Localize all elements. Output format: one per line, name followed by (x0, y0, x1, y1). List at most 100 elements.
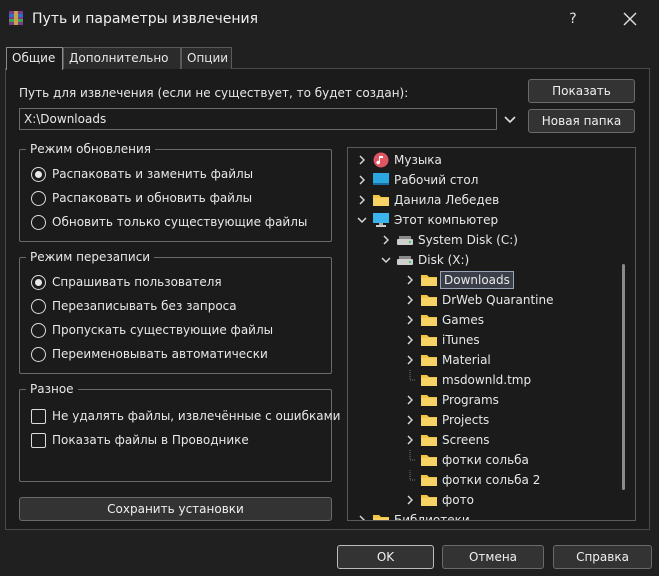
close-icon[interactable] (614, 6, 646, 32)
tree-item[interactable]: Библиотеки (348, 510, 620, 521)
tree-connector (406, 370, 416, 390)
checkbox[interactable] (31, 409, 46, 424)
tree-item[interactable]: Screens (348, 430, 620, 450)
chevron-down-icon[interactable] (380, 254, 392, 266)
chevron-right-icon[interactable] (404, 334, 416, 346)
folder-tree[interactable]: Музыка Рабочий стол Данила Лебедев Этот ком… (347, 147, 636, 521)
folder-icon (420, 432, 438, 448)
tree-item[interactable]: Material (348, 350, 620, 370)
tree-item-label: System Disk (C:) (418, 233, 518, 247)
tree-item[interactable]: Этот компьютер (348, 210, 620, 230)
radio-option[interactable]: Обновить только существующие файлы (31, 214, 327, 232)
tree-item[interactable]: iTunes (348, 330, 620, 350)
folder-icon (372, 192, 390, 208)
help-button[interactable]: Справка (553, 545, 652, 569)
tree-item[interactable]: Downloads (348, 270, 620, 290)
checkbox-option[interactable]: Не удалять файлы, извлечённые с ошибками (31, 408, 340, 426)
chevron-right-icon[interactable] (404, 434, 416, 446)
tree-item-label: Programs (442, 393, 499, 407)
folder-icon (420, 452, 438, 468)
misc-title: Разное (30, 382, 74, 396)
option-label: Показать файлы в Проводнике (52, 433, 249, 447)
chevron-down-icon[interactable] (356, 214, 368, 226)
show-button[interactable]: Показать (528, 79, 635, 103)
tree-item[interactable]: msdownld.tmp (348, 370, 620, 390)
option-label: Пропускать существующие файлы (52, 323, 274, 337)
chevron-right-icon[interactable] (404, 354, 416, 366)
tree-item[interactable]: фотки сольба (348, 450, 620, 470)
tree-item[interactable]: Музыка (348, 150, 620, 170)
chevron-right-icon[interactable] (404, 494, 416, 506)
tree-item[interactable]: Disk (X:) (348, 250, 620, 270)
folder-icon (420, 312, 438, 328)
tree-connector (406, 450, 416, 470)
radio-button[interactable] (31, 191, 46, 206)
tree-item-label: Данила Лебедев (394, 193, 500, 207)
chevron-right-icon[interactable] (356, 154, 368, 166)
winrar-icon (9, 11, 23, 25)
folder-icon (420, 292, 438, 308)
tree-item[interactable]: Programs (348, 390, 620, 410)
chevron-right-icon[interactable] (404, 314, 416, 326)
tree-item[interactable]: Games (348, 310, 620, 330)
tab-general[interactable]: Общие (6, 47, 63, 70)
radio-button[interactable] (31, 215, 46, 230)
radio-button[interactable] (31, 275, 46, 290)
radio-button[interactable] (31, 323, 46, 338)
ok-button[interactable]: OK (337, 545, 434, 569)
tree-item-label: Музыка (394, 153, 442, 167)
tree-item[interactable]: System Disk (C:) (348, 230, 620, 250)
chevron-right-icon[interactable] (380, 234, 392, 246)
chevron-right-icon[interactable] (404, 414, 416, 426)
tree-item-label: Material (442, 353, 491, 367)
chevron-down-icon[interactable] (500, 108, 520, 130)
folder-icon (420, 472, 438, 488)
chevron-right-icon[interactable] (356, 514, 368, 520)
radio-option[interactable]: Перезаписывать без запроса (31, 298, 327, 316)
tab-advanced[interactable]: Дополнительно (63, 47, 181, 69)
radio-option[interactable]: Спрашивать пользователя (31, 274, 327, 292)
option-label: Распаковать и обновить файлы (52, 191, 253, 205)
update-mode-title: Режим обновления (30, 142, 152, 156)
chevron-right-icon[interactable] (356, 174, 368, 186)
radio-option[interactable]: Распаковать и заменить файлы (31, 166, 327, 184)
chevron-right-icon[interactable] (404, 394, 416, 406)
tree-item[interactable]: Данила Лебедев (348, 190, 620, 210)
tree-item[interactable]: фото (348, 490, 620, 510)
folder-icon (420, 372, 438, 388)
folder-icon (420, 272, 438, 288)
option-label: Спрашивать пользователя (52, 275, 222, 289)
tree-connector (406, 470, 416, 490)
tree-item-label: msdownld.tmp (442, 373, 532, 387)
music-icon (372, 152, 390, 168)
radio-option[interactable]: Переименовывать автоматически (31, 346, 327, 364)
tab-options[interactable]: Опции (181, 47, 232, 69)
folder-icon (420, 392, 438, 408)
tree-item[interactable]: DrWeb Quarantine (348, 290, 620, 310)
help-title-button[interactable]: ? (559, 6, 587, 32)
option-label: Не удалять файлы, извлечённые с ошибками (52, 409, 341, 423)
drive-icon (396, 232, 414, 248)
tree-item[interactable]: Projects (348, 410, 620, 430)
new-folder-button[interactable]: Новая папка (528, 109, 635, 133)
desktop-icon (372, 172, 390, 188)
tree-item[interactable]: Рабочий стол (348, 170, 620, 190)
checkbox-option[interactable]: Показать файлы в Проводнике (31, 432, 327, 450)
radio-button[interactable] (31, 347, 46, 362)
radio-button[interactable] (31, 167, 46, 182)
save-settings-button[interactable]: Сохранить установки (19, 497, 332, 521)
path-input[interactable]: X:\Downloads (19, 108, 497, 130)
chevron-right-icon[interactable] (404, 294, 416, 306)
scrollbar-thumb[interactable] (622, 264, 625, 490)
chevron-right-icon[interactable] (404, 274, 416, 286)
radio-button[interactable] (31, 299, 46, 314)
chevron-right-icon[interactable] (356, 194, 368, 206)
radio-option[interactable]: Распаковать и обновить файлы (31, 190, 327, 208)
tree-item-label: Disk (X:) (418, 253, 470, 267)
tree-item-label: Библиотеки (394, 513, 470, 521)
checkbox[interactable] (31, 433, 46, 448)
title-bar: Путь и параметры извлечения ? (0, 0, 659, 38)
tree-item[interactable]: фотки сольба 2 (348, 470, 620, 490)
radio-option[interactable]: Пропускать существующие файлы (31, 322, 327, 340)
cancel-button[interactable]: Отмена (442, 545, 544, 569)
